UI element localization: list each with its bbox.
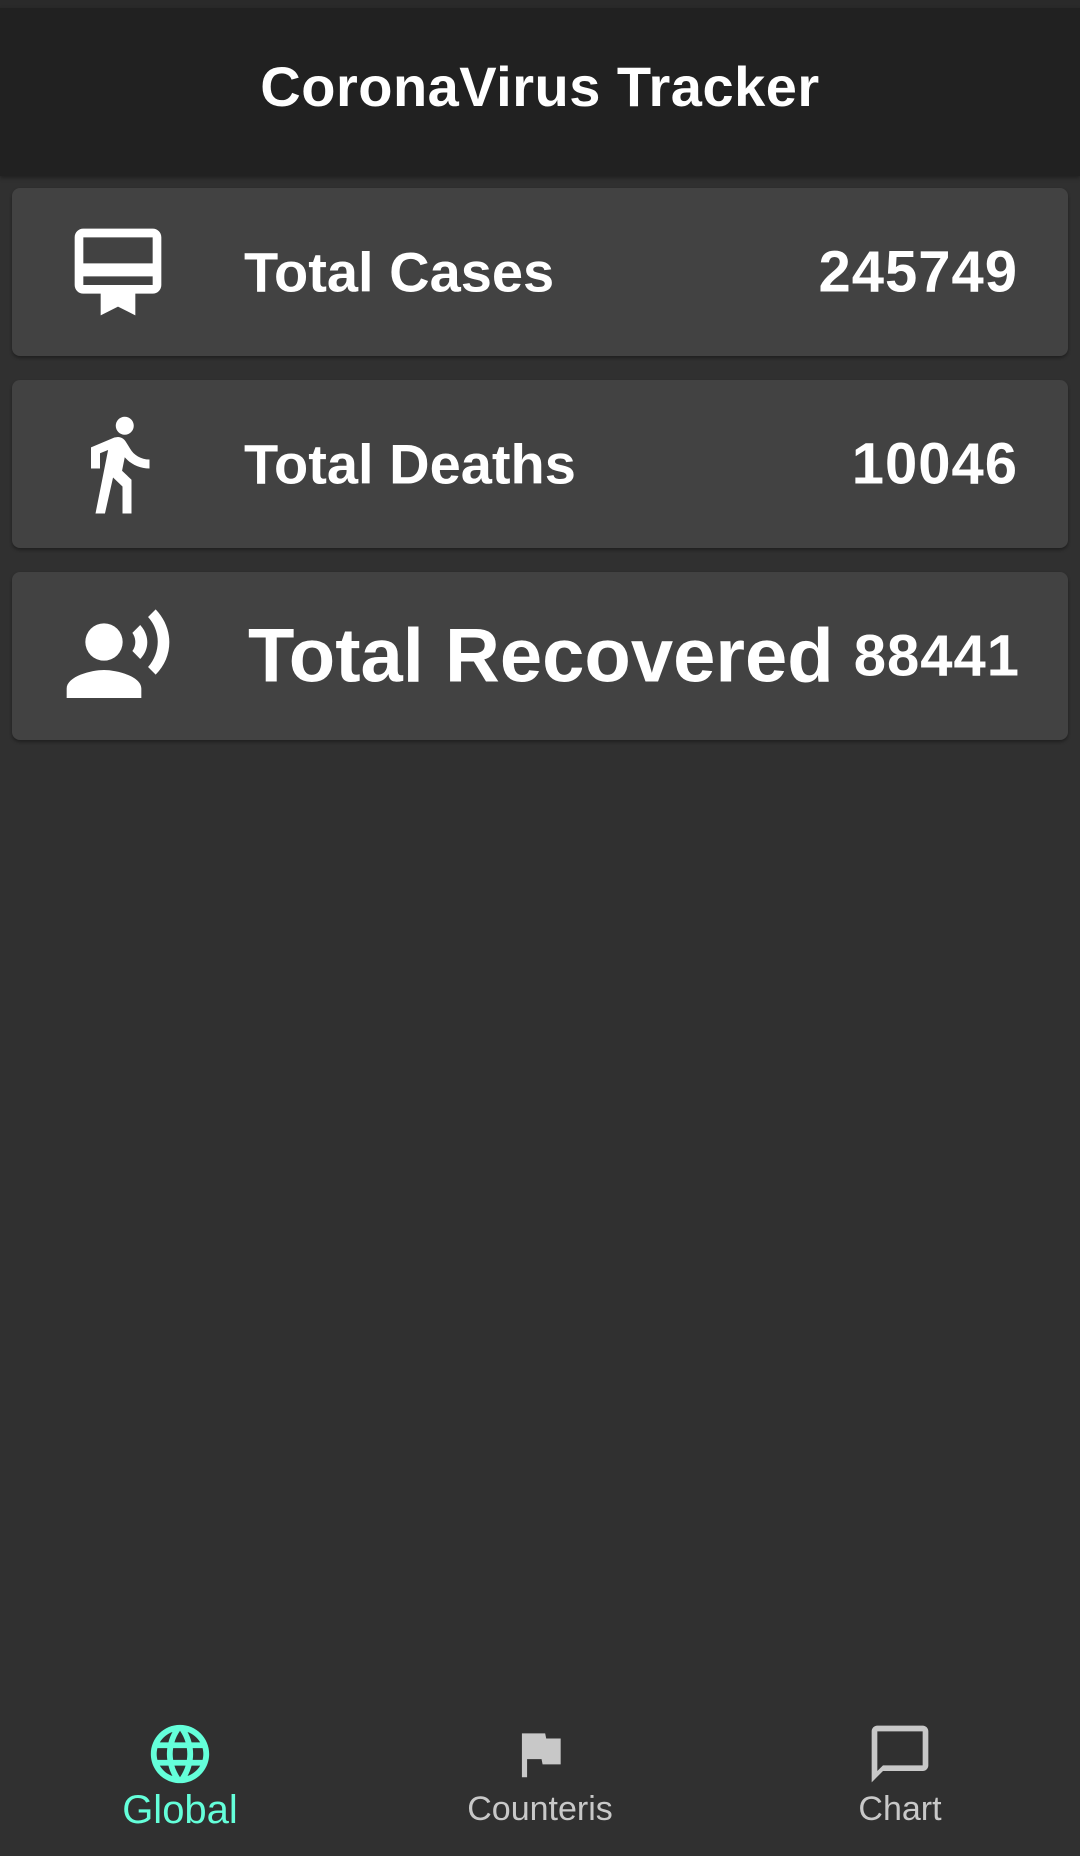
app-bar: CoronaVirus Tracker bbox=[0, 8, 1080, 176]
status-bar-strip bbox=[0, 0, 1080, 8]
nav-label-countries: Counteris bbox=[467, 1790, 613, 1828]
stats-list: Total Cases 245749 Total Deaths 10046 To… bbox=[12, 188, 1068, 764]
nav-label-chart: Chart bbox=[858, 1790, 942, 1828]
nav-item-countries[interactable]: Counteris bbox=[360, 1684, 720, 1856]
card-membership-icon bbox=[62, 216, 174, 328]
bottom-navigation: Global Counteris Chart bbox=[0, 1684, 1080, 1856]
nav-item-global[interactable]: Global bbox=[0, 1684, 360, 1856]
nav-label-global: Global bbox=[122, 1788, 238, 1832]
total-deaths-card[interactable]: Total Deaths 10046 bbox=[12, 380, 1068, 548]
card-value: 245749 bbox=[818, 239, 1018, 305]
flag-icon bbox=[504, 1718, 576, 1790]
total-cases-card[interactable]: Total Cases 245749 bbox=[12, 188, 1068, 356]
chat-bubble-icon bbox=[864, 1718, 936, 1790]
total-recovered-card[interactable]: Total Recovered 88441 bbox=[12, 572, 1068, 740]
globe-icon bbox=[144, 1718, 216, 1790]
card-value: 88441 bbox=[853, 623, 1020, 689]
card-value: 10046 bbox=[851, 431, 1018, 497]
app-title: CoronaVirus Tracker bbox=[260, 54, 820, 118]
nav-item-chart[interactable]: Chart bbox=[720, 1684, 1080, 1856]
record-voice-over-icon bbox=[62, 600, 174, 712]
directions-walk-icon bbox=[62, 408, 174, 520]
card-label: Total Recovered bbox=[248, 613, 834, 699]
card-label: Total Deaths bbox=[244, 432, 576, 496]
card-label: Total Cases bbox=[244, 240, 555, 304]
